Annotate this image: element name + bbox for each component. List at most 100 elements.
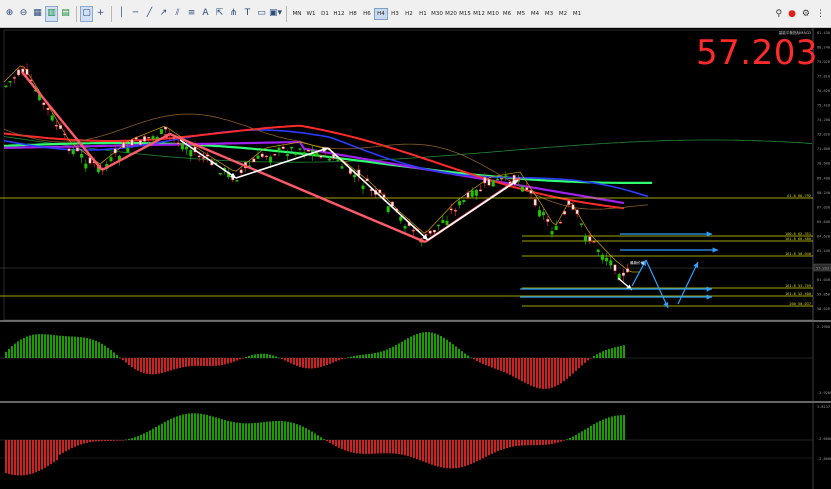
osc1-bar xyxy=(197,358,199,366)
zoom-out-icon[interactable]: ⊖ xyxy=(17,6,30,22)
shapes-icon[interactable]: ▣▾ xyxy=(269,6,282,22)
osc2-bar xyxy=(137,436,139,440)
osc2-bar xyxy=(251,423,253,440)
candle-body xyxy=(189,149,193,157)
osc1-bar xyxy=(266,354,268,358)
osc2-bar xyxy=(290,422,292,440)
osc2-bar xyxy=(62,440,64,453)
bar-chart-icon[interactable]: ▥ xyxy=(45,5,58,22)
fibonacci-icon[interactable]: ≡ xyxy=(185,6,198,22)
candle-body xyxy=(546,218,550,222)
osc2-bar xyxy=(11,440,13,475)
grid-icon[interactable]: ▦ xyxy=(31,6,44,22)
osc2-bar xyxy=(362,440,364,454)
osc2-bar xyxy=(197,413,199,440)
alert-icon[interactable]: ● xyxy=(788,9,796,19)
timeframe-d1[interactable]: D1 xyxy=(318,11,332,17)
osc2-bar xyxy=(566,439,568,440)
timeframe-m15[interactable]: M15 xyxy=(458,11,472,17)
osc2-bar xyxy=(506,440,508,449)
osc2-bar xyxy=(65,440,67,452)
osc1-bar xyxy=(485,358,487,366)
osc2-bar xyxy=(119,440,121,441)
osc1-bar xyxy=(389,348,391,358)
candle-body xyxy=(25,68,29,75)
text-icon[interactable]: A xyxy=(199,6,212,22)
toolbar: ⊕ ⊖ ▦ ▥ ▤ ▢ + │ ─ ╱ ↗ ⫽ ≡ A ⇱ ⋔ T ▭ ▣▾ M… xyxy=(0,0,831,28)
timeframe-h8[interactable]: H8 xyxy=(346,11,360,17)
cursor-icon[interactable]: ▢ xyxy=(80,5,93,22)
osc2-bar xyxy=(434,440,436,466)
osc1-bar xyxy=(62,335,64,358)
crosshair-icon[interactable]: + xyxy=(94,6,107,22)
price-axis-label: 63.440 xyxy=(817,249,830,253)
osc1-bar xyxy=(500,358,502,371)
candle-body xyxy=(88,157,92,164)
rectangle-icon[interactable]: ▭ xyxy=(255,6,268,22)
osc1-bar xyxy=(431,332,433,358)
osc2-bar xyxy=(158,425,160,440)
osc2-bar xyxy=(260,422,262,440)
timeframe-w1[interactable]: W1 xyxy=(304,11,318,17)
osc1-bar xyxy=(335,358,337,362)
candle-body xyxy=(54,124,58,127)
osc2-bar xyxy=(356,440,358,454)
osc1-bar xyxy=(233,358,235,362)
osc1-bar xyxy=(446,339,448,358)
candle-body xyxy=(67,148,71,152)
osc2-bar xyxy=(146,431,148,440)
period-separator-icon[interactable]: ▤ xyxy=(59,6,72,22)
osc2-bar xyxy=(305,428,307,440)
timeframe-m2[interactable]: M2 xyxy=(556,11,570,17)
osc1-bar xyxy=(392,346,394,358)
horizontal-line-icon[interactable]: ─ xyxy=(129,6,142,22)
osc1-bar xyxy=(182,358,184,368)
osc1-bar xyxy=(344,358,346,359)
timeframe-h2[interactable]: H2 xyxy=(402,11,416,17)
osc2-bar xyxy=(467,440,469,466)
osc2-bar xyxy=(269,421,271,440)
timeframe-m5[interactable]: M5 xyxy=(514,11,528,17)
osc2-bar xyxy=(455,440,457,469)
osc1-bar xyxy=(11,346,13,358)
timeframe-m1[interactable]: M1 xyxy=(570,11,584,17)
osc1-bar xyxy=(608,348,610,358)
vertical-line-icon[interactable]: │ xyxy=(115,6,128,22)
timeframe-m30[interactable]: M30 xyxy=(430,11,444,17)
candle-body xyxy=(159,129,163,134)
osc1-bar xyxy=(407,338,409,358)
price-axis-label: 58.620 xyxy=(817,307,830,311)
arrow-icon[interactable]: ⇱ xyxy=(213,6,226,22)
timeframe-h3[interactable]: H3 xyxy=(388,11,402,17)
osc2-bar xyxy=(248,423,250,440)
ray-icon[interactable]: ↗ xyxy=(157,6,170,22)
osc1-bar xyxy=(539,358,541,389)
timeframe-m3[interactable]: M3 xyxy=(542,11,556,17)
timeframe-h6[interactable]: H6 xyxy=(360,11,374,17)
osc1-bar xyxy=(284,358,286,361)
timeframe-mn[interactable]: MN xyxy=(290,11,304,17)
timeframe-m12[interactable]: M12 xyxy=(472,11,486,17)
timeframe-m10[interactable]: M10 xyxy=(486,11,500,17)
osc1-bar xyxy=(95,340,97,358)
fan-icon[interactable]: ⋔ xyxy=(227,6,240,22)
timeframe-h12[interactable]: H12 xyxy=(332,11,346,17)
timeframe-h4[interactable]: H4 xyxy=(374,7,388,20)
osc2-bar xyxy=(122,440,124,441)
timeframe-m4[interactable]: M4 xyxy=(528,11,542,17)
timeframe-m6[interactable]: M6 xyxy=(500,11,514,17)
timeframe-h1[interactable]: H1 xyxy=(416,11,430,17)
channel-icon[interactable]: ⫽ xyxy=(171,6,184,22)
search-icon[interactable]: ⚲ xyxy=(775,9,782,19)
osc2-bar xyxy=(533,440,535,446)
text-label-icon[interactable]: T xyxy=(241,6,254,22)
zoom-in-icon[interactable]: ⊕ xyxy=(3,6,16,22)
dots-icon[interactable]: ⋮ xyxy=(816,9,825,19)
osc1-bar xyxy=(350,356,352,358)
chart-area[interactable]: 81.430 80.240 79.020 77.810 76.620 75.420 74.2… xyxy=(0,28,831,489)
osc2-bar xyxy=(614,415,616,440)
settings-icon[interactable]: ⚙ xyxy=(802,9,810,19)
osc2-bar xyxy=(365,440,367,454)
trend-line-icon[interactable]: ╱ xyxy=(143,6,156,22)
timeframe-m20[interactable]: M20 xyxy=(444,11,458,17)
